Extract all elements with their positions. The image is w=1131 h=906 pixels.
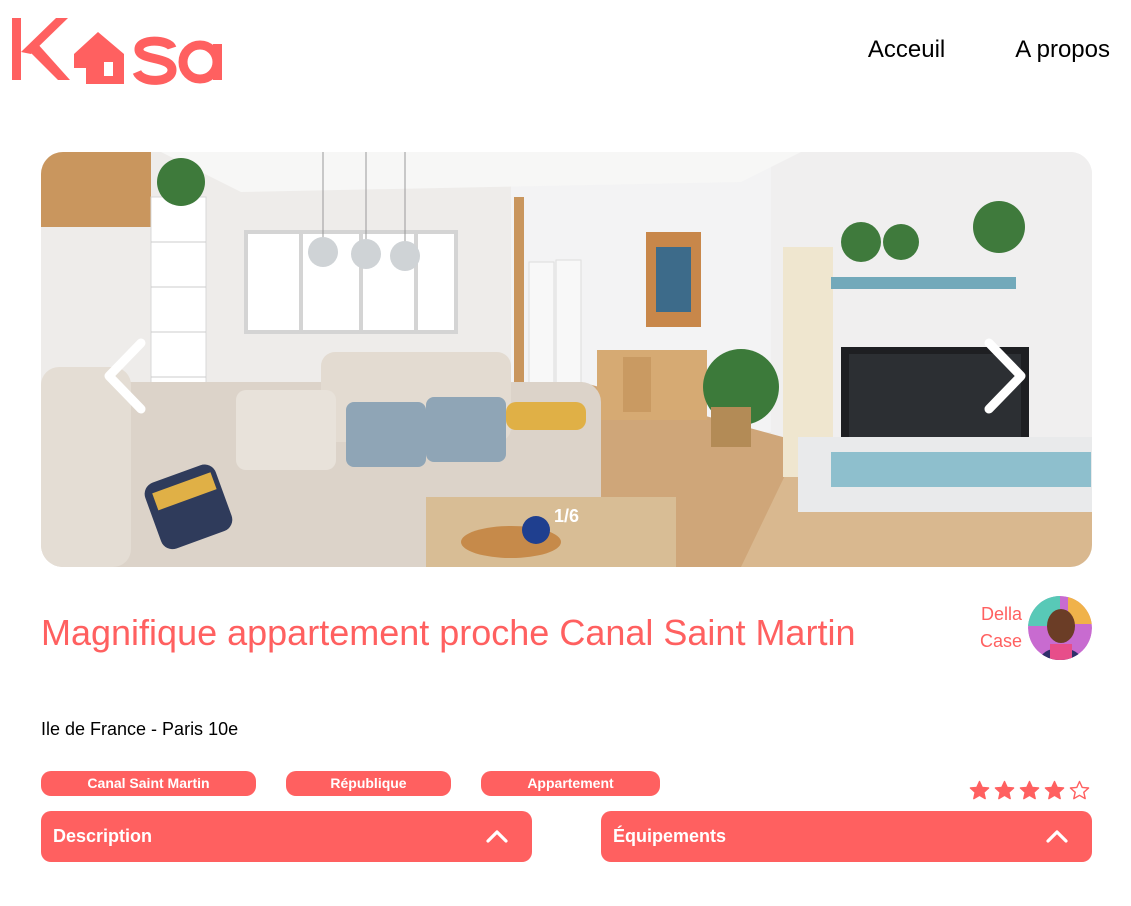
- collapse-equipments-label: Équipements: [613, 826, 727, 846]
- collapse-equipments[interactable]: Équipements: [601, 811, 1092, 862]
- tag: Appartement: [481, 771, 660, 796]
- listing-location: Ile de France - Paris 10e: [41, 719, 239, 739]
- chevron-left-icon[interactable]: [101, 337, 149, 415]
- star-filled-icon: [994, 780, 1015, 800]
- collapse-description[interactable]: Description: [41, 811, 532, 862]
- host-name: Della Case: [979, 604, 1022, 651]
- chevron-up-icon: [486, 830, 508, 843]
- living-room-photo: [41, 152, 1092, 567]
- star-filled-icon: [1044, 780, 1065, 800]
- nav-link-home[interactable]: Acceuil: [868, 36, 945, 64]
- chevron-up-icon: [1046, 830, 1068, 843]
- star-outline-icon: [1069, 780, 1090, 800]
- host-info: Della Case: [960, 596, 1092, 662]
- nav-link-about[interactable]: A propos: [1015, 36, 1110, 64]
- star-filled-icon: [1019, 780, 1040, 800]
- tag: Canal Saint Martin: [41, 771, 256, 796]
- carousel-counter: 1/6: [553, 506, 580, 526]
- rating-stars: [969, 780, 1090, 800]
- kasa-logo: [12, 18, 222, 85]
- site-header: Acceuil A propos: [0, 0, 1131, 100]
- listing-title: Magnifique appartement proche Canal Sain…: [41, 612, 856, 653]
- host-avatar: [1028, 596, 1092, 660]
- image-carousel: 1/6: [41, 152, 1092, 567]
- chevron-right-icon[interactable]: [981, 337, 1029, 415]
- star-filled-icon: [969, 780, 990, 800]
- collapse-description-label: Description: [53, 826, 153, 846]
- main-nav: Acceuil A propos: [868, 36, 1110, 64]
- tag: République: [286, 771, 451, 796]
